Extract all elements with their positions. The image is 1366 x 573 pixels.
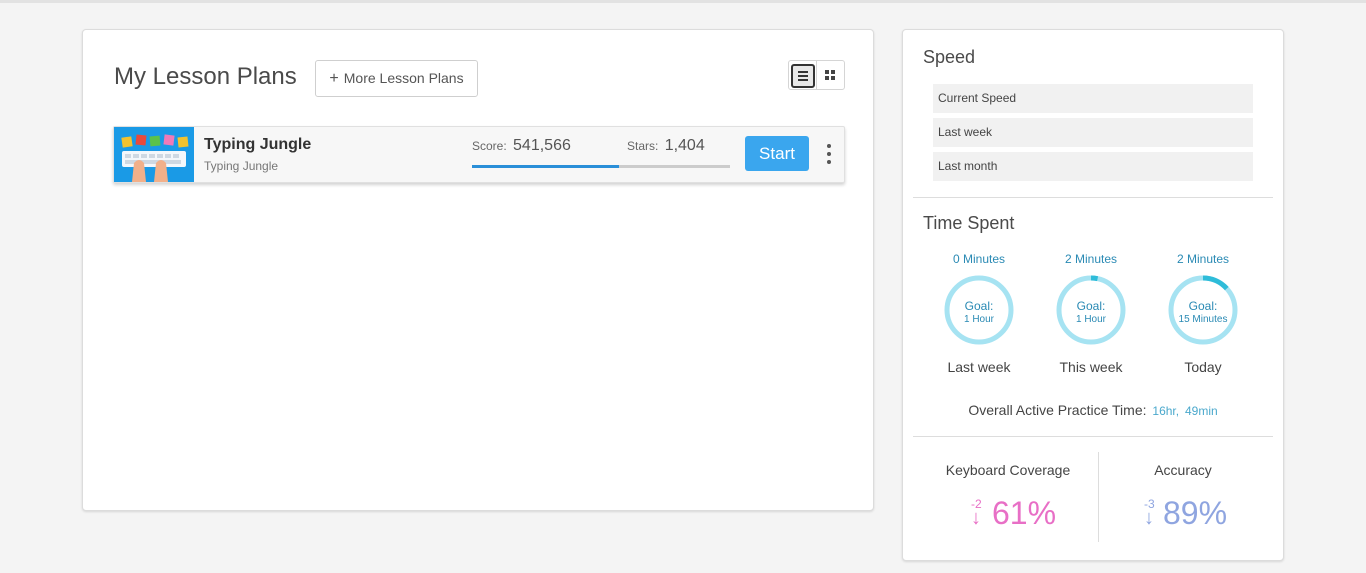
accuracy-value: 89% (1163, 495, 1228, 531)
plan-progress-bar (472, 165, 730, 168)
plan-name: Typing Jungle (204, 136, 312, 153)
page-title: My Lesson Plans (114, 63, 297, 90)
list-view-button[interactable] (789, 61, 816, 89)
keyboard-coverage-value: 61% (992, 495, 1057, 531)
stars: Stars: 1,404 (627, 137, 705, 155)
speed-row-last-month: Last month (933, 152, 1253, 181)
grid-view-icon (825, 70, 835, 80)
plan-progress-fill (472, 165, 620, 168)
overall-hours: 16hr, (1152, 404, 1180, 418)
overall-minutes: 49min (1184, 404, 1218, 418)
ring-label: This week (1059, 359, 1123, 375)
overall-label: Overall Active Practice Time: (968, 402, 1147, 418)
score-label: Score: (472, 139, 507, 153)
typing-jungle-thumbnail (114, 127, 194, 182)
ring-goal: Goal: 1 Hour (1075, 299, 1106, 326)
divider (913, 436, 1273, 437)
score-value: 541,566 (513, 137, 571, 154)
accuracy: Accuracy -3 ↓ 89% (1088, 462, 1278, 531)
stars-value: 1,404 (664, 137, 705, 154)
arrow-down-icon: ↓ (1144, 507, 1154, 529)
view-toggle (788, 60, 845, 90)
ring-last-week: 0 Minutes Goal: 1 Hour Last week (919, 252, 1039, 382)
stats-card: Speed Current Speed Last week Last month… (902, 29, 1284, 561)
more-options-icon[interactable] (822, 142, 836, 166)
ring-label: Today (1184, 359, 1222, 375)
ring-today: 2 Minutes Goal: 15 Minutes Today (1143, 252, 1263, 382)
stars-label: Stars: (627, 139, 659, 153)
more-lesson-plans-label: More Lesson Plans (343, 70, 464, 86)
keyboard-coverage: Keyboard Coverage -2 ↓ 61% (913, 462, 1103, 531)
accuracy-title: Accuracy (1154, 462, 1212, 478)
lesson-plans-card: My Lesson Plans + More Lesson Plans Typi… (82, 29, 874, 511)
score: Score: 541,566 (472, 137, 571, 155)
overall-practice-time: Overall Active Practice Time: 16hr, 49mi… (903, 402, 1283, 418)
ring-goal: Goal: 15 Minutes (1178, 299, 1228, 326)
keyboard-coverage-title: Keyboard Coverage (945, 462, 1071, 478)
ring-this-week: 2 Minutes Goal: 1 Hour This week (1031, 252, 1151, 382)
top-bar-shadow (0, 0, 1366, 3)
plan-subtitle: Typing Jungle (204, 159, 279, 173)
ring-minutes: 2 Minutes (1064, 252, 1118, 266)
plus-icon: + (329, 70, 339, 87)
ring-goal: Goal: 1 Hour (963, 299, 994, 326)
ring-minutes: 0 Minutes (952, 252, 1006, 266)
speed-title: Speed (923, 47, 976, 67)
ring-minutes: 2 Minutes (1176, 252, 1230, 266)
divider (913, 197, 1273, 198)
more-lesson-plans-button[interactable]: + More Lesson Plans (315, 60, 478, 97)
speed-row-current: Current Speed (933, 84, 1253, 113)
arrow-down-icon: ↓ (971, 507, 981, 529)
ring-label: Last week (947, 359, 1011, 375)
list-view-icon (791, 64, 815, 88)
start-button[interactable]: Start (745, 136, 809, 171)
grid-view-button[interactable] (816, 61, 844, 89)
lesson-plan-row[interactable]: Typing Jungle Typing Jungle Score: 541,5… (113, 126, 845, 183)
speed-row-last-week: Last week (933, 118, 1253, 147)
time-spent-title: Time Spent (923, 213, 1015, 233)
